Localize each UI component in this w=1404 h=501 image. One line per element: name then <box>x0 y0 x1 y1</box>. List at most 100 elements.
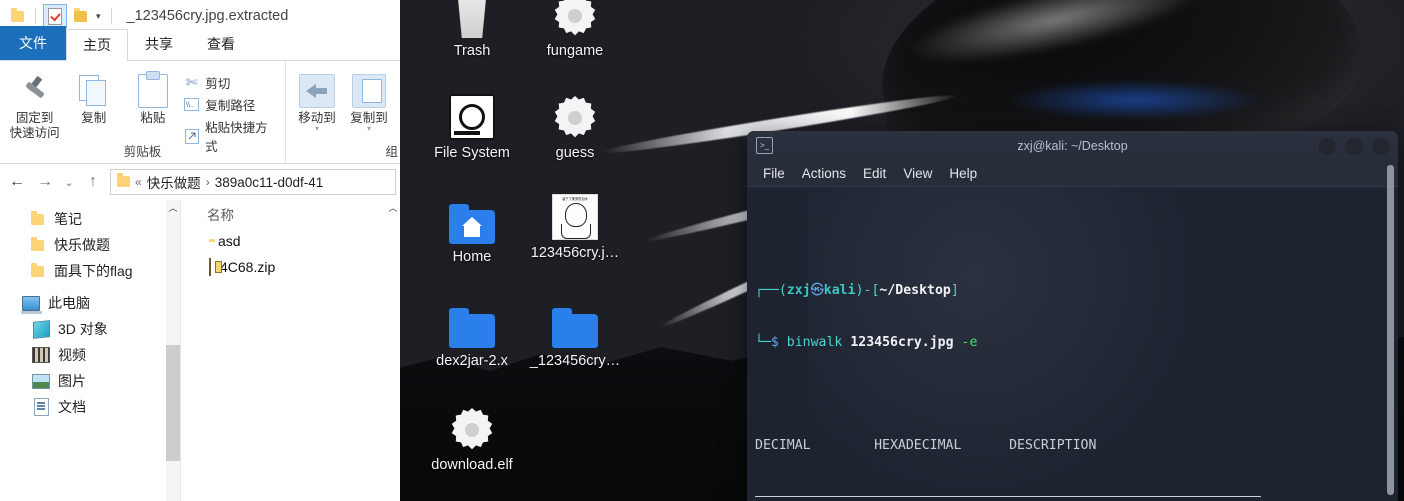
terminal-titlebar[interactable]: >_ zxj@kali: ~/Desktop <box>747 131 1398 160</box>
paste-icon <box>124 71 181 111</box>
menu-item-help[interactable]: Help <box>949 166 977 181</box>
desktop-icon-dex2jar[interactable]: dex2jar-2.x <box>412 296 532 369</box>
hard-disk-icon <box>412 88 532 140</box>
table-row[interactable]: 4C68.zip <box>181 254 400 280</box>
properties-icon[interactable] <box>43 4 67 28</box>
window-controls[interactable] <box>1318 136 1390 155</box>
desktop-icon-home[interactable]: Home <box>412 192 532 265</box>
menu-item-file[interactable]: File <box>763 166 785 181</box>
menu-item-actions[interactable]: Actions <box>802 166 846 181</box>
desktop-icon-fungame[interactable]: fungame <box>515 0 635 59</box>
table-rule <box>755 488 1398 501</box>
scroll-up-icon[interactable]: ︿ <box>386 200 400 216</box>
gear-icon <box>515 88 635 140</box>
image-thumbnail-icon: 留下了美男的泪水 <box>515 188 635 240</box>
scrollbar-thumb[interactable] <box>166 345 180 461</box>
nav-item-label: 3D 对象 <box>58 321 108 337</box>
folder-icon <box>412 296 532 348</box>
paste-label: 粘贴 <box>140 111 166 125</box>
copy-path-button[interactable]: \\.. 复制路径 <box>183 95 279 114</box>
terminal-window[interactable]: >_ zxj@kali: ~/Desktop File Actions Edit… <box>747 131 1398 501</box>
table-row[interactable]: asd <box>181 228 400 254</box>
nav-item-label: 图片 <box>58 373 86 389</box>
copy-path-icon: \\.. <box>183 96 200 113</box>
nav-item-label: 笔记 <box>54 211 82 227</box>
file-explorer-window[interactable]: ▾ _123456cry.jpg.extracted 文件 主页 共享 查看 固… <box>0 0 400 501</box>
move-to-button[interactable]: 移动到 ▾ <box>292 65 342 133</box>
tab-file[interactable]: 文件 <box>0 26 66 60</box>
recent-locations-button[interactable]: ⌄ <box>60 169 78 195</box>
menu-item-edit[interactable]: Edit <box>863 166 886 181</box>
file-name: asd <box>218 233 241 249</box>
chevron-down-icon[interactable]: ▾ <box>344 125 394 133</box>
nav-item-happy-problems[interactable]: 快乐做题 <box>0 232 180 258</box>
nav-item-notes[interactable]: 笔记 <box>0 206 180 232</box>
pin-to-quick-access-button[interactable]: 固定到 快速访问 <box>6 65 63 141</box>
close-button[interactable] <box>1372 136 1390 155</box>
breadcrumb-item-1[interactable]: 快乐做题 <box>147 172 201 192</box>
prompt-branch-bottom: └─ <box>755 334 771 350</box>
videos-icon <box>32 346 50 364</box>
ribbon-tabs[interactable]: 文件 主页 共享 查看 <box>0 26 400 61</box>
forward-button[interactable]: → <box>32 169 58 195</box>
chevron-down-icon[interactable]: ▾ <box>93 11 104 22</box>
column-header-name[interactable]: 名称 <box>181 200 400 228</box>
chevron-right-icon[interactable]: › <box>206 175 210 189</box>
maximize-button[interactable] <box>1345 136 1363 155</box>
back-button[interactable]: ← <box>4 169 30 195</box>
copy-button[interactable]: 复制 <box>65 65 122 126</box>
3d-objects-icon <box>32 319 50 339</box>
folder-icon <box>28 236 46 254</box>
desktop-icon-guess[interactable]: guess <box>515 88 635 161</box>
file-list-pane[interactable]: 名称 asd 4C68.zip ︿ <box>180 200 400 501</box>
copy-to-button[interactable]: 复制到 ▾ <box>344 65 394 133</box>
terminal-output[interactable]: ┌──(zxj㉿kali)-[~/Desktop] └─$ binwalk 12… <box>747 187 1398 501</box>
nav-item-pictures[interactable]: 图片 <box>0 368 180 394</box>
desktop-icon-file-system[interactable]: File System <box>412 88 532 161</box>
scroll-up-icon[interactable]: ︿ <box>166 200 180 216</box>
wallpaper-highlight <box>902 0 1208 81</box>
desktop-icon-123456cry-extracted[interactable]: _123456cry… <box>515 296 635 369</box>
toolbar-divider <box>35 8 36 24</box>
desktop-icon-download-elf[interactable]: download.elf <box>412 400 532 473</box>
folder-icon <box>117 173 130 190</box>
ribbon[interactable]: 固定到 快速访问 复制 粘贴 ✄ 剪切 \\.. 复制路径 粘贴快捷方式 剪贴板… <box>0 61 400 164</box>
breadcrumb-item-2[interactable]: 389a0c11-d0df-41 <box>215 175 324 190</box>
terminal-scrollbar[interactable] <box>1387 165 1394 501</box>
gear-icon <box>515 0 635 38</box>
file-list-scrollbar[interactable]: ︿ <box>386 200 400 501</box>
cut-button[interactable]: ✄ 剪切 <box>183 73 279 92</box>
nav-item-3d-objects[interactable]: 3D 对象 <box>0 316 180 342</box>
minimize-button[interactable] <box>1318 136 1336 155</box>
terminal-menubar[interactable]: File Actions Edit View Help <box>747 160 1398 187</box>
folder-icon <box>28 210 46 228</box>
breadcrumb-overflow[interactable]: « <box>135 175 142 189</box>
scrollbar-thumb[interactable] <box>1387 165 1394 495</box>
nav-item-label: 快乐做题 <box>54 237 110 253</box>
tab-home[interactable]: 主页 <box>66 29 128 61</box>
new-folder-icon[interactable] <box>69 5 91 27</box>
tab-view[interactable]: 查看 <box>190 28 252 60</box>
copy-icon <box>65 71 122 111</box>
address-bar[interactable]: ← → ⌄ ↑ « 快乐做题 › 389a0c11-d0df-41 <box>0 164 400 200</box>
documents-icon <box>32 398 50 416</box>
up-button[interactable]: ↑ <box>80 169 106 195</box>
desktop-icon-123456cry-jpg[interactable]: 留下了美男的泪水 123456cry.j… <box>515 188 635 261</box>
desktop-icon-trash[interactable]: Trash <box>412 0 532 59</box>
nav-item-documents[interactable]: 文档 <box>0 394 180 420</box>
paste-button[interactable]: 粘贴 <box>124 65 181 126</box>
scissors-icon: ✄ <box>186 74 198 90</box>
navigation-pane[interactable]: 笔记 快乐做题 面具下的flag 此电脑 3D 对象 视频 图片 文档 ︿ <box>0 200 180 501</box>
folder-icon[interactable] <box>6 5 28 27</box>
navigation-pane-scrollbar[interactable]: ︿ <box>166 200 180 501</box>
move-to-icon <box>292 71 342 111</box>
nav-item-flag-under-mask[interactable]: 面具下的flag <box>0 258 180 284</box>
nav-item-this-pc[interactable]: 此电脑 <box>0 290 180 316</box>
nav-item-videos[interactable]: 视频 <box>0 342 180 368</box>
tab-share[interactable]: 共享 <box>128 28 190 60</box>
chevron-down-icon[interactable]: ▾ <box>292 125 342 133</box>
ribbon-group-label: 组 <box>385 145 398 159</box>
gear-icon <box>412 400 532 452</box>
breadcrumb[interactable]: « 快乐做题 › 389a0c11-d0df-41 <box>110 169 396 195</box>
menu-item-view[interactable]: View <box>903 166 932 181</box>
